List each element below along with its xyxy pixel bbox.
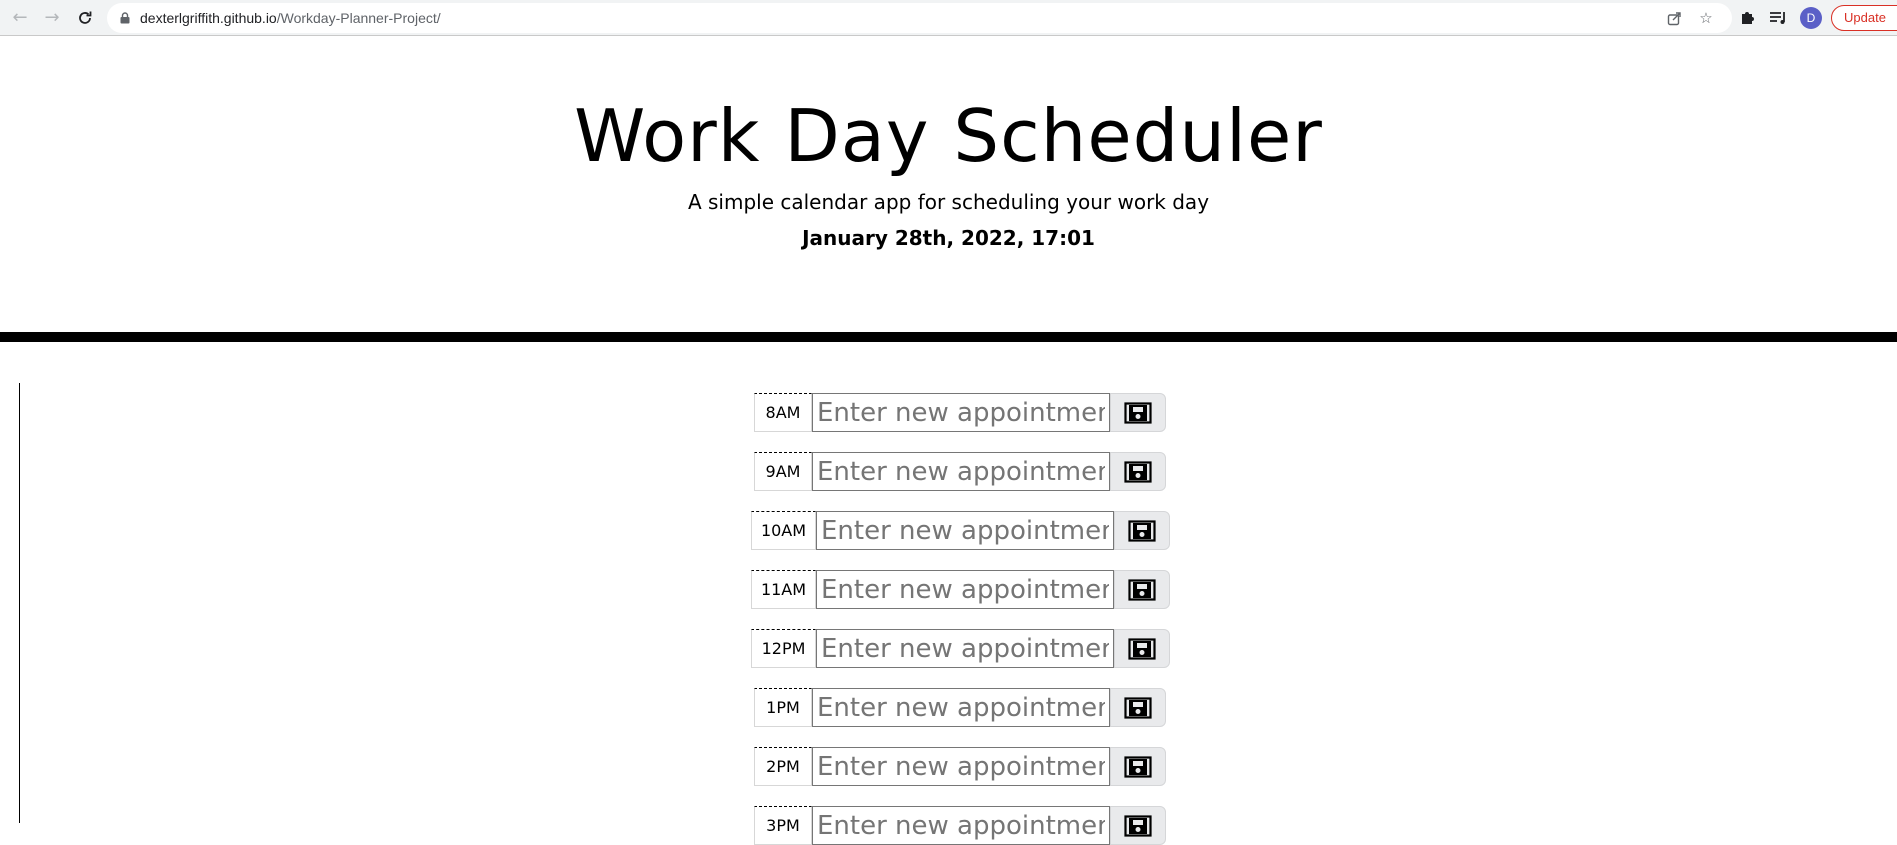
hour-label: 11AM <box>751 570 816 609</box>
time-block-row: 3PM <box>754 806 1166 845</box>
save-button[interactable] <box>1110 806 1166 845</box>
time-block-row: 1PM <box>754 688 1166 727</box>
appointment-input[interactable] <box>816 629 1114 668</box>
forward-icon[interactable]: → <box>40 6 64 30</box>
time-block-row: 11AM <box>751 570 1170 609</box>
floppy-disk-icon <box>1128 637 1156 660</box>
appointment-input[interactable] <box>812 806 1110 845</box>
chrome-update-button[interactable]: Update <box>1831 5 1897 31</box>
floppy-disk-icon <box>1124 401 1152 424</box>
time-block-row: 2PM <box>754 747 1166 786</box>
share-icon[interactable] <box>1665 9 1683 27</box>
floppy-disk-icon <box>1128 519 1156 542</box>
hour-label: 10AM <box>751 511 816 550</box>
reading-list-icon[interactable] <box>1767 7 1789 29</box>
left-border-line <box>19 383 20 823</box>
appointment-input[interactable] <box>816 511 1114 550</box>
appointment-input[interactable] <box>812 393 1110 432</box>
extensions-puzzle-icon[interactable] <box>1736 7 1758 29</box>
lock-icon <box>120 12 130 24</box>
hour-label: 12PM <box>751 629 816 668</box>
appointment-input[interactable] <box>812 747 1110 786</box>
save-button[interactable] <box>1114 570 1170 609</box>
save-button[interactable] <box>1110 747 1166 786</box>
floppy-disk-icon <box>1124 696 1152 719</box>
page-title: Work Day Scheduler <box>574 94 1323 178</box>
appointment-input[interactable] <box>812 452 1110 491</box>
save-button[interactable] <box>1110 452 1166 491</box>
hour-label: 3PM <box>754 806 812 845</box>
floppy-disk-icon <box>1124 460 1152 483</box>
appointment-input[interactable] <box>812 688 1110 727</box>
current-date-time: January 28th, 2022, 17:01 <box>802 226 1095 250</box>
save-button[interactable] <box>1110 393 1166 432</box>
url-domain: dexterlgriffith.github.io <box>140 10 277 26</box>
time-block-row: 9AM <box>754 452 1166 491</box>
page-subtitle: A simple calendar app for scheduling you… <box>687 190 1210 214</box>
floppy-disk-icon <box>1124 814 1152 837</box>
url-text: dexterlgriffith.github.io/Workday-Planne… <box>140 10 441 26</box>
profile-avatar[interactable]: D <box>1800 7 1822 29</box>
hour-label: 8AM <box>754 393 812 432</box>
address-bar[interactable]: dexterlgriffith.github.io/Workday-Planne… <box>107 3 1732 33</box>
hour-label: 1PM <box>754 688 812 727</box>
url-path: /Workday-Planner-Project/ <box>276 10 441 26</box>
time-block-row: 8AM <box>754 393 1166 432</box>
appointment-input[interactable] <box>816 570 1114 609</box>
time-block-row: 12PM <box>751 629 1170 668</box>
save-button[interactable] <box>1114 511 1170 550</box>
hour-label: 9AM <box>754 452 812 491</box>
browser-toolbar: ← → dexterlgriffith.github.io/Workday-Pl… <box>0 0 1897 36</box>
floppy-disk-icon <box>1128 578 1156 601</box>
save-button[interactable] <box>1114 629 1170 668</box>
floppy-disk-icon <box>1124 755 1152 778</box>
bookmark-star-icon[interactable]: ☆ <box>1697 9 1715 27</box>
time-block-row: 10AM <box>751 511 1170 550</box>
reload-icon[interactable] <box>73 6 97 30</box>
save-button[interactable] <box>1110 688 1166 727</box>
hour-label: 2PM <box>754 747 812 786</box>
page-header: Work Day Scheduler A simple calendar app… <box>0 37 1897 342</box>
back-icon[interactable]: ← <box>8 6 32 30</box>
